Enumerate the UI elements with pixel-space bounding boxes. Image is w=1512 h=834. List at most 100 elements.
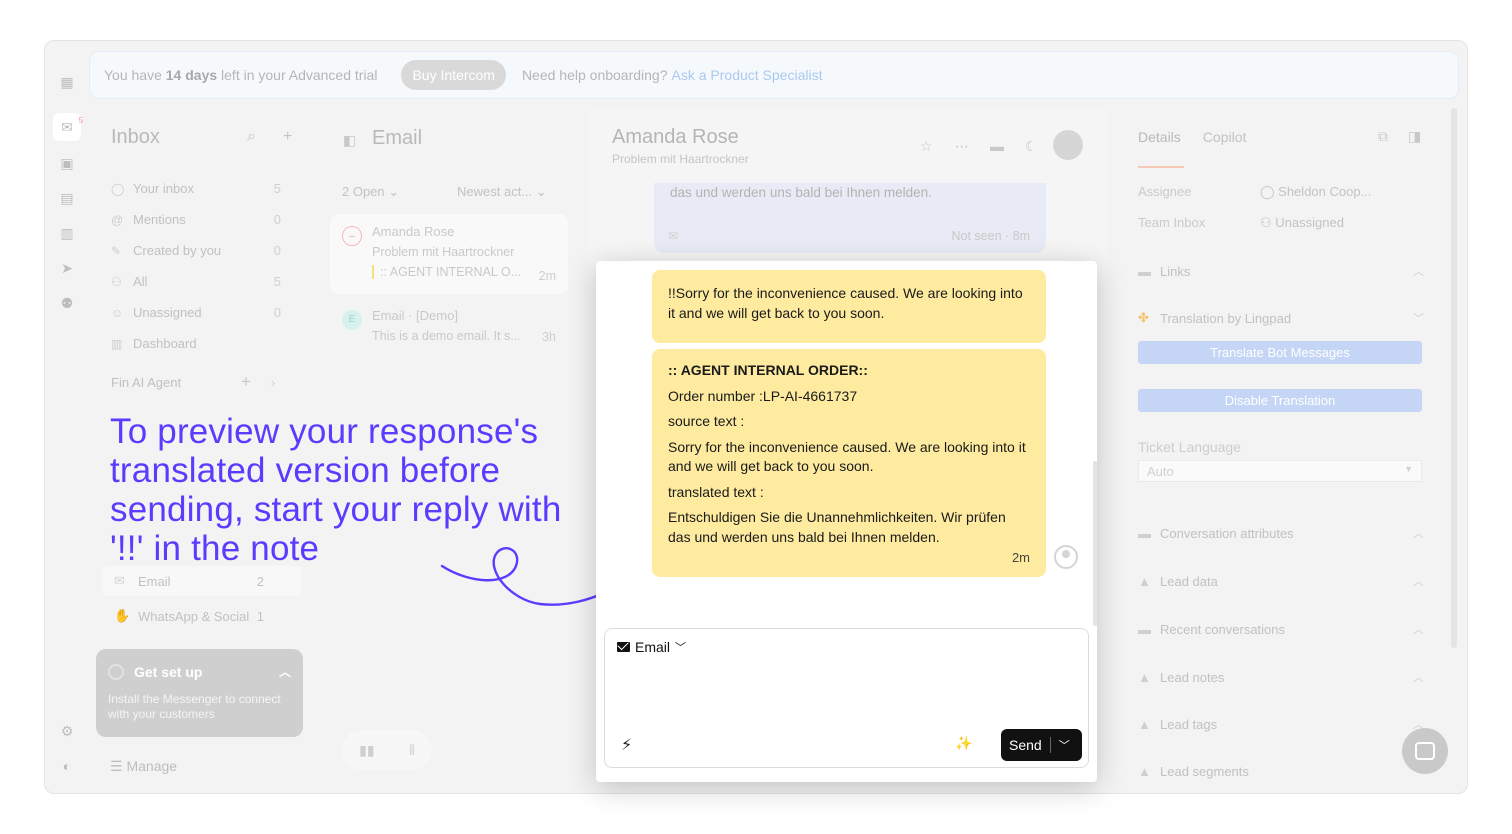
send-button[interactable]: Send ﹀ <box>1001 729 1082 761</box>
reports-icon[interactable]: ▥ <box>58 224 76 242</box>
contacts-icon[interactable]: ▣ <box>58 154 76 172</box>
specialist-link[interactable]: Ask a Product Specialist <box>672 67 823 83</box>
open-external-icon[interactable]: ⧉ <box>1378 128 1388 145</box>
buy-intercom-button[interactable]: Buy Intercom <box>401 60 506 90</box>
tab-copilot[interactable]: Copilot <box>1203 129 1247 145</box>
lead-notes-section[interactable]: ▲ Lead notes ︿ <box>1138 669 1424 685</box>
links-icon: ▬ <box>1138 263 1151 279</box>
ticket-language-label: Ticket Language <box>1138 439 1241 455</box>
inbox-nav: ◯ Your inbox 5 @ Mentions 0 ✎ Created by you 0… <box>111 173 281 359</box>
chevron-up-icon: ︿ <box>1413 266 1424 278</box>
manage-link[interactable]: ☰ Manage <box>110 758 177 775</box>
send-icon[interactable]: ➤ <box>58 259 76 277</box>
send-options-chevron-icon[interactable]: ﹀ <box>1059 737 1070 753</box>
translate-bot-messages-button[interactable]: Translate Bot Messages <box>1138 341 1422 364</box>
more-icon[interactable]: ⋯ <box>955 138 969 155</box>
nav-unassigned[interactable]: ☺ Unassigned 0 <box>111 297 281 328</box>
assignee-row[interactable]: Assignee ◯ Sheldon Coop... <box>1138 184 1428 199</box>
chevron-up-icon[interactable]: ︿ <box>279 663 291 680</box>
card-avatar: – <box>342 226 362 246</box>
settings-icon[interactable]: ⚙ <box>58 722 76 740</box>
faded-message-bubble: das und werden uns bald bei Ihnen melden… <box>654 183 1046 253</box>
channel-whatsapp[interactable]: ✋ WhatsApp & Social 1 <box>102 601 302 631</box>
links-section[interactable]: ▬ Links ︿ <box>1138 263 1424 279</box>
banner-help: Need help onboarding? <box>521 67 668 83</box>
inbox-icon[interactable]: ✉ 5 <box>53 113 83 141</box>
person-icon: ▲ <box>1138 669 1151 685</box>
sidebar-toggle-icon[interactable]: ◧ <box>343 132 356 149</box>
star-icon[interactable]: ☆ <box>920 138 933 155</box>
card-name: Amanda Rose <box>372 224 455 239</box>
fin-add-icon[interactable]: + <box>241 372 251 392</box>
details-scrollbar[interactable] <box>1451 108 1457 648</box>
chevron-right-icon: › <box>271 375 276 390</box>
nav-created-by-you[interactable]: ✎ Created by you 0 <box>111 235 281 266</box>
sort-filter[interactable]: Newest act... ⌄ <box>457 184 547 200</box>
layout-columns-icon[interactable]: ⫴ <box>409 742 415 759</box>
translated-label: translated text : <box>668 483 764 500</box>
chevron-up-icon: ︿ <box>1413 624 1424 636</box>
nav-dashboard[interactable]: ▥ Dashboard <box>111 328 281 359</box>
nav-count: 5 <box>273 274 281 289</box>
banner-suffix: left in your Advanced trial <box>221 67 378 83</box>
email-list-title: Email <box>372 127 423 149</box>
get-set-up-desc: Install the Messenger to connect with yo… <box>108 692 281 721</box>
messenger-launcher[interactable] <box>1402 728 1448 774</box>
search-icon[interactable]: ⌕ <box>247 128 256 146</box>
card-time: 3h <box>542 330 556 344</box>
inbox-badge: 5 <box>78 116 83 125</box>
envelope-icon <box>617 642 630 652</box>
details-tabs: Details Copilot <box>1138 129 1268 145</box>
fin-section[interactable]: Fin AI Agent + › <box>111 372 281 392</box>
nav-your-inbox[interactable]: ◯ Your inbox 5 <box>111 173 281 204</box>
lead-tags-section[interactable]: ▲ Lead tags ︿ <box>1138 716 1424 732</box>
ticket-language-select[interactable]: Auto ▼ <box>1138 460 1422 482</box>
disable-translation-button[interactable]: Disable Translation <box>1138 389 1422 412</box>
tab-details[interactable]: Details <box>1138 129 1181 145</box>
attributes-icon: ▬ <box>1138 525 1151 541</box>
section-label: Lead data <box>1160 573 1218 589</box>
fin-section-label: Fin AI Agent <box>111 375 182 390</box>
assignee-value-text: Sheldon Coop... <box>1278 184 1372 199</box>
ticket-icon[interactable]: ▬ <box>990 138 1004 154</box>
logo-icon[interactable]: ▦ <box>58 73 76 91</box>
lead-data-section[interactable]: ▲ Lead data ︿ <box>1138 573 1424 589</box>
send-label: Send <box>1009 737 1042 753</box>
layout-list-icon[interactable]: ▮▮ <box>359 742 374 759</box>
lead-segments-section[interactable]: ▲ Lead segments <box>1138 764 1424 779</box>
team-inbox-row[interactable]: Team Inbox ⚇ Unassigned <box>1138 215 1428 230</box>
book-icon[interactable]: ▤ <box>58 189 76 207</box>
nav-all[interactable]: ⚇ All 5 <box>111 266 281 297</box>
trial-banner: You have 14 days left in your Advanced t… <box>89 51 1459 99</box>
nav-label: All <box>133 274 148 289</box>
nav-label: Unassigned <box>133 305 202 320</box>
nav-label: Mentions <box>133 212 186 227</box>
select-caret-icon: ▼ <box>1404 464 1413 474</box>
unassigned-icon: ☺ <box>111 305 124 320</box>
email-small-icon: ✉ <box>668 229 679 243</box>
users-icon: ⚇ <box>111 274 122 289</box>
avatar-icon[interactable]: ◐ <box>58 757 76 775</box>
translation-section[interactable]: ✤ Translation by Lingpad ﹀ <box>1138 310 1424 326</box>
recent-conversations-section[interactable]: ▬ Recent conversations ︿ <box>1138 621 1424 637</box>
panel-toggle-icon[interactable]: ◨ <box>1408 128 1421 145</box>
conversation-card[interactable]: – Amanda Rose Problem mit Haartrockner :… <box>330 214 568 294</box>
channel-selector[interactable]: Email ﹀ <box>617 639 686 655</box>
get-set-up-card[interactable]: Get set up ︿ Install the Messenger to con… <box>96 649 303 737</box>
bar-chart-icon: ▥ <box>111 336 123 351</box>
lightning-icon[interactable]: ⚡ <box>621 735 632 755</box>
ai-magic-icon[interactable]: ✨ <box>955 735 972 752</box>
people-icon[interactable]: ⚉ <box>58 294 76 312</box>
reply-composer[interactable]: Email ﹀ ⚡ ✨ Send ﹀ <box>604 628 1089 768</box>
close-conversation-button[interactable] <box>1053 130 1083 160</box>
nav-mentions[interactable]: @ Mentions 0 <box>111 204 281 235</box>
panel-scrollbar[interactable] <box>1093 461 1097 626</box>
person-icon: ▲ <box>1138 573 1151 589</box>
conversation-card[interactable]: E Email · [Demo] This is a demo email. I… <box>330 298 568 354</box>
channel-email[interactable]: ✉ Email 2 <box>102 566 302 596</box>
plus-icon[interactable]: + <box>283 128 292 146</box>
open-filter[interactable]: 2 Open ⌄ <box>342 184 399 200</box>
snooze-icon[interactable]: ☾ <box>1025 138 1038 155</box>
chevron-down-icon: ﹀ <box>1413 313 1424 325</box>
conversation-attributes-section[interactable]: ▬ Conversation attributes ︿ <box>1138 525 1424 541</box>
